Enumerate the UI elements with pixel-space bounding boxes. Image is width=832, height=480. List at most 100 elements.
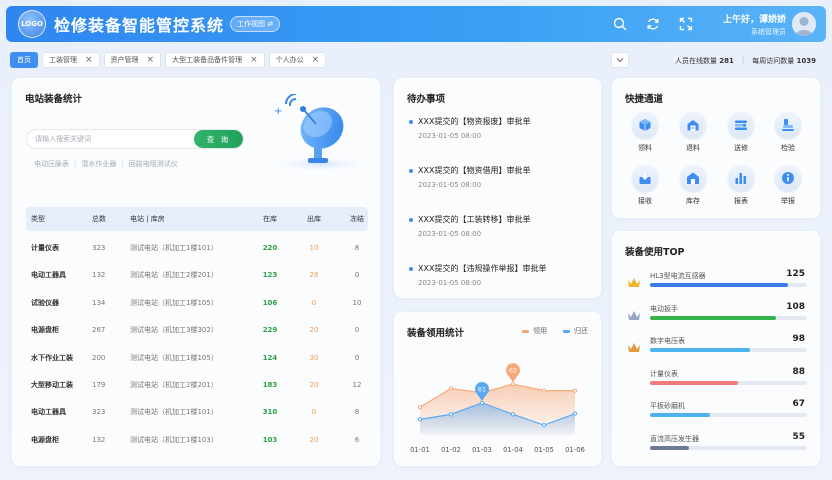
close-icon[interactable]: ×	[147, 55, 155, 65]
x-tick-label: 01-05	[534, 446, 554, 454]
top-item: HL3型电流互感器 125	[650, 269, 810, 289]
hint-link[interactable]: 回路电阻测试仪	[129, 159, 178, 169]
bar-chart-icon	[728, 165, 754, 191]
close-icon[interactable]: ×	[312, 55, 320, 65]
col-total: 总数	[92, 215, 106, 223]
refresh-icon[interactable]	[645, 16, 661, 32]
todo-text: XXX提交的【工装转移】审批单	[418, 215, 531, 224]
cell-type: 水下作业工装	[31, 353, 73, 362]
site-stats: 人员在线数量 281 | 每周访问数量 1039	[675, 56, 816, 66]
cell-out: 10	[309, 244, 319, 252]
cell-in-stock: 106	[262, 298, 278, 307]
cell-frozen: 10	[352, 298, 362, 307]
hint-link[interactable]: 潜水作业器	[81, 159, 116, 169]
data-point[interactable]	[479, 400, 485, 405]
equipment-usage-chart-panel: 装备领用统计 领用 归还 62 61 01-01 01-02 01-03 01-04 01-…	[394, 312, 601, 466]
cell-in-stock: 124	[262, 353, 278, 362]
data-point[interactable]	[417, 405, 423, 410]
quick-access-panel: 快捷通道 领料 退料 送修 检验接收 库存 报表 举报	[612, 78, 820, 218]
tab-item[interactable]: 大型工装备品备件管理 ×	[165, 52, 265, 68]
data-point[interactable]	[417, 417, 423, 422]
table-row[interactable]: 电动工器具 323 测试电站（机加工1楼101） 310 0 8	[26, 400, 368, 424]
work-view-button[interactable]: 工作视图 ⇄	[230, 16, 281, 32]
quick-item[interactable]: 接收	[627, 165, 663, 206]
data-point[interactable]	[541, 388, 547, 393]
chevron-down-icon	[616, 58, 624, 63]
table-row[interactable]: 电源盘柜 132 测试电站（机加工1楼103） 103 20 6	[26, 428, 368, 452]
quick-item[interactable]: 领料	[627, 112, 663, 153]
table-row[interactable]: 计量仪表 323 测试电站（机加工1楼101） 220 10 8	[26, 236, 368, 260]
tab-item[interactable]: 个人办公 ×	[268, 52, 327, 68]
cell-frozen: 8	[354, 244, 360, 252]
todo-item[interactable]: XXX提交的【工装转移】审批单 2023-01-05 08:00	[409, 214, 594, 242]
search-icon[interactable]	[612, 16, 628, 32]
logo: LOGO	[18, 10, 46, 38]
col-out: 出库	[307, 215, 321, 223]
tab-item[interactable]: 资产管理 ×	[103, 52, 162, 68]
header-toolbar	[612, 16, 694, 32]
close-icon[interactable]: ×	[250, 55, 258, 65]
table-row[interactable]: 大型移动工装 179 测试电站（机加工2楼201） 183 20 12	[26, 373, 368, 397]
quick-item-label: 送修	[734, 144, 748, 152]
quick-item-label: 报表	[734, 197, 748, 205]
cell-total: 179	[92, 381, 106, 389]
search-input[interactable]	[35, 130, 195, 148]
todo-time: 2023-01-05 08:00	[418, 132, 482, 140]
avatar[interactable]	[792, 12, 816, 36]
data-point[interactable]	[510, 382, 516, 387]
weekly-visits-label: 每周访问数量	[752, 57, 795, 65]
table-row[interactable]: 水下作业工装 200 测试电站（机加工1楼105） 124 30 0	[26, 346, 368, 370]
x-tick-label: 01-03	[472, 446, 492, 454]
top-item-name: 电动扳手	[650, 304, 678, 313]
cell-out: 20	[309, 381, 319, 389]
cell-out: 0	[311, 408, 317, 417]
cell-total: 132	[92, 435, 106, 444]
todo-bullet	[409, 120, 413, 124]
top-item: 电动扳手 108	[650, 302, 810, 322]
table-row[interactable]: 电源盘柜 267 测试电站（机加工3楼302） 229 20 0	[26, 318, 368, 342]
equipment-search: 查 询	[26, 129, 244, 149]
quick-item[interactable]: 举报	[770, 165, 806, 206]
tab-item[interactable]: 工装管理 ×	[42, 52, 100, 68]
fullscreen-icon[interactable]	[678, 16, 694, 32]
data-point[interactable]	[541, 423, 547, 428]
cell-out: 20	[309, 435, 319, 444]
todo-text: XXX提交的【物资报废】审批单	[418, 117, 531, 126]
user-info[interactable]: 上午好，谭娇娇 系统管理员	[723, 12, 786, 37]
quick-item[interactable]: 检验	[770, 112, 806, 153]
todo-panel-title: 待办事项	[407, 94, 446, 105]
data-point[interactable]	[572, 411, 578, 416]
close-icon[interactable]: ×	[85, 55, 93, 65]
crown-icon	[628, 343, 640, 352]
tabs-dropdown-button[interactable]	[611, 52, 629, 68]
data-point[interactable]	[448, 412, 454, 417]
top-item-track	[650, 413, 807, 417]
todo-text: XXX提交的【违规操作举报】审批单	[418, 264, 547, 273]
quick-item[interactable]: 送修	[723, 112, 759, 153]
data-point[interactable]	[448, 386, 454, 391]
data-point[interactable]	[572, 388, 578, 393]
quick-item[interactable]: 报表	[723, 165, 759, 206]
todo-item[interactable]: XXX提交的【物资借用】审批单 2023-01-05 08:00	[409, 165, 594, 193]
x-tick-label: 01-06	[565, 446, 585, 454]
cell-in-stock: 103	[262, 435, 278, 444]
data-point[interactable]	[510, 412, 516, 417]
table-row[interactable]: 试验仪器 134 测试电站（机加工1楼105） 106 0 10	[26, 291, 368, 315]
quick-item[interactable]: 库存	[675, 165, 711, 206]
top-item-track	[650, 315, 807, 320]
todo-item[interactable]: XXX提交的【物资报废】审批单 2023-01-05 08:00	[409, 116, 594, 144]
quick-item[interactable]: 退料	[675, 112, 711, 153]
tab-item[interactable]: 首页	[10, 52, 38, 68]
table-row[interactable]: 电动工器具 132 测试电站（机加工2楼201） 123 28 0	[26, 263, 368, 287]
search-button[interactable]: 查 询	[194, 130, 243, 148]
cell-frozen: 0	[354, 271, 360, 280]
cell-station: 测试电站（机加工1楼101）	[130, 244, 218, 252]
todo-time: 2023-01-05 08:00	[418, 181, 482, 189]
top-item-track	[650, 445, 807, 450]
todo-item[interactable]: XXX提交的【违规操作举报】审批单 2023-01-05 08:00	[409, 263, 594, 291]
quick-panel-title: 快捷通道	[625, 94, 664, 105]
cell-type: 电动工器具	[31, 271, 66, 280]
cell-in-stock: 183	[262, 381, 278, 389]
todo-time: 2023-01-05 08:00	[418, 230, 482, 238]
hint-link[interactable]: 电动压脉表	[34, 159, 69, 169]
